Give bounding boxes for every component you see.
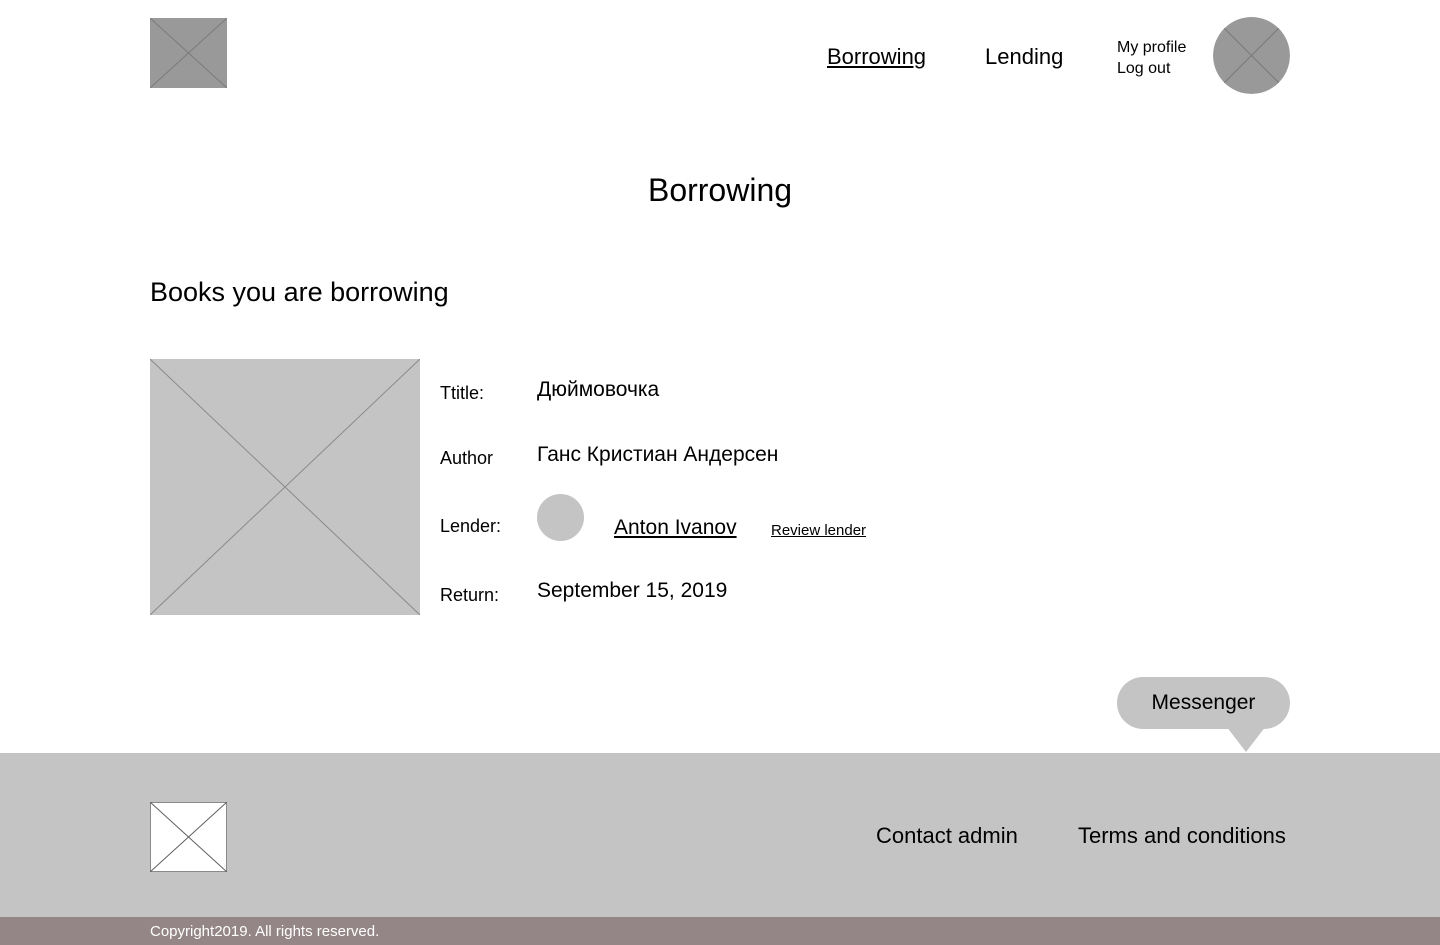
book-cover-image[interactable]	[150, 359, 420, 615]
lender-name-link[interactable]: Anton Ivanov	[614, 516, 737, 540]
footer-logo-placeholder[interactable]	[150, 802, 227, 872]
return-label: Return:	[440, 585, 500, 605]
image-placeholder-icon	[150, 359, 420, 615]
book-author-value: Ганс Кристиан Андерсен	[537, 443, 779, 466]
lender-avatar[interactable]	[537, 494, 584, 541]
book-title-label: Ttitle:	[440, 383, 485, 403]
messenger-label: Messenger	[1151, 691, 1256, 714]
speech-bubble-tail-icon	[1226, 726, 1266, 752]
logo-image-placeholder[interactable]	[150, 18, 227, 88]
copyright-text: Copyright2019. All rights reserved.	[150, 923, 380, 940]
lender-label: Lender:	[440, 516, 502, 536]
nav-lending-link[interactable]: Lending	[985, 44, 1063, 70]
user-avatar-placeholder-icon	[1213, 17, 1290, 94]
section-title: Books you are borrowing	[150, 277, 449, 307]
image-placeholder-icon	[150, 18, 227, 88]
page-title: Borrowing	[647, 172, 793, 208]
review-lender-link[interactable]: Review lender	[771, 522, 866, 539]
user-avatar[interactable]	[1213, 17, 1290, 94]
terms-and-conditions-link[interactable]: Terms and conditions	[1078, 823, 1286, 849]
return-date-value: September 15, 2019	[537, 579, 728, 602]
log-out-link[interactable]: Log out	[1117, 60, 1170, 78]
messenger-button[interactable]: Messenger	[1117, 677, 1290, 729]
image-placeholder-icon	[150, 802, 227, 872]
book-author-label: Author	[440, 448, 494, 468]
contact-admin-link[interactable]: Contact admin	[876, 823, 1018, 849]
my-profile-link[interactable]: My profile	[1117, 39, 1186, 57]
nav-borrowing-link[interactable]: Borrowing	[827, 44, 926, 70]
book-title-value: Дюймовочка	[537, 378, 660, 401]
